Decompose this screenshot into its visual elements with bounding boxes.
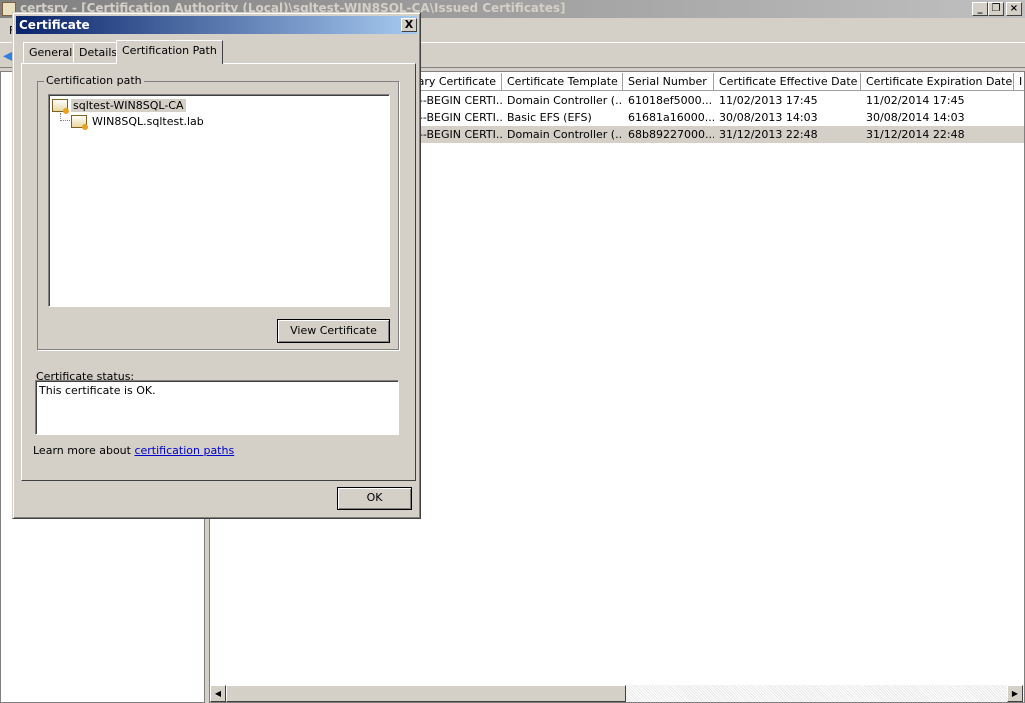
cell: 61681a16000... bbox=[628, 111, 714, 124]
certificate-status-box[interactable]: This certificate is OK. bbox=[35, 380, 399, 435]
scroll-left-button[interactable]: ◀ bbox=[210, 685, 226, 702]
cell: 30/08/2014 14:03 bbox=[866, 111, 965, 124]
minimize-button[interactable]: _ bbox=[972, 2, 988, 16]
scroll-right-button[interactable]: ▶ bbox=[1007, 685, 1023, 702]
dialog-close-button[interactable]: X bbox=[401, 18, 417, 32]
cell: 11/02/2014 17:45 bbox=[866, 94, 965, 107]
tree-node-root-ca[interactable]: sqltest-WIN8SQL-CA bbox=[52, 97, 186, 114]
tab-general[interactable]: General bbox=[23, 42, 79, 63]
learn-more-prefix: Learn more about bbox=[33, 444, 135, 457]
column-header[interactable]: Certificate Effective Date bbox=[714, 73, 861, 91]
group-label: Certification path bbox=[44, 74, 144, 87]
ok-button[interactable]: OK bbox=[337, 487, 412, 510]
tree-connector bbox=[60, 113, 70, 121]
certification-path-group: Certification path sqltest-WIN8SQL-CA WI… bbox=[37, 74, 399, 350]
tree-node-leaf[interactable]: WIN8SQL.sqltest.lab bbox=[71, 113, 206, 130]
cell: 31/12/2013 22:48 bbox=[719, 128, 818, 141]
cell: 30/08/2013 14:03 bbox=[719, 111, 818, 124]
scroll-thumb[interactable] bbox=[226, 685, 626, 702]
tree-node-label: WIN8SQL.sqltest.lab bbox=[92, 114, 204, 128]
view-certificate-button[interactable]: View Certificate bbox=[277, 319, 390, 343]
certification-path-tree[interactable]: sqltest-WIN8SQL-CA WIN8SQL.sqltest.lab bbox=[48, 94, 390, 307]
cell: Basic EFS (EFS) bbox=[507, 111, 592, 124]
close-main-button[interactable]: × bbox=[1006, 2, 1022, 16]
certificate-icon bbox=[52, 98, 69, 114]
column-header[interactable]: I bbox=[1014, 73, 1024, 91]
horizontal-scrollbar[interactable]: ◀ ▶ bbox=[210, 685, 1024, 702]
column-header[interactable]: Certificate Expiration Date bbox=[861, 73, 1014, 91]
dialog-title: Certificate X bbox=[16, 16, 417, 34]
certificate-icon bbox=[71, 114, 88, 130]
cell: Domain Controller (... bbox=[507, 94, 623, 107]
tab-certification-path[interactable]: Certification Path bbox=[116, 40, 223, 64]
tree-node-label: sqltest-WIN8SQL-CA bbox=[71, 98, 186, 112]
dialog-title-text: Certificate bbox=[19, 18, 90, 32]
cell: 11/02/2013 17:45 bbox=[719, 94, 818, 107]
certification-paths-link[interactable]: certification paths bbox=[134, 444, 234, 457]
cell: 31/12/2014 22:48 bbox=[866, 128, 965, 141]
column-header[interactable]: Serial Number bbox=[623, 73, 714, 91]
certificate-dialog: Certificate X General Details Certificat… bbox=[12, 12, 421, 519]
learn-more-text: Learn more about certification paths bbox=[33, 444, 234, 457]
column-header[interactable]: Certificate Template bbox=[502, 73, 623, 91]
cell: 61018ef5000... bbox=[628, 94, 713, 107]
cell: Domain Controller (... bbox=[507, 128, 623, 141]
restore-button[interactable]: ❐ bbox=[988, 2, 1004, 16]
cell: 68b89227000... bbox=[628, 128, 714, 141]
